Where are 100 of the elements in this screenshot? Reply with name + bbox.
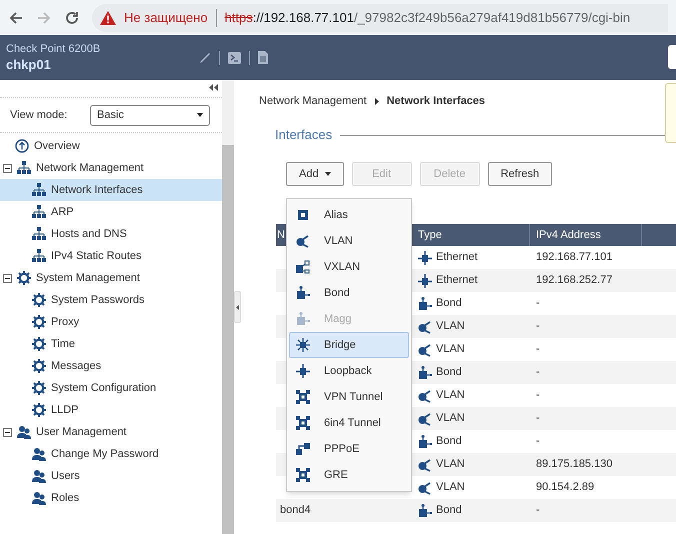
- tree-item[interactable]: IPv4 Static Routes: [0, 245, 222, 267]
- toolbar-button[interactable]: Add: [286, 162, 344, 186]
- table-cell-text: VLAN: [436, 319, 465, 334]
- pppoe-icon: [296, 442, 310, 456]
- url-text: https://192.168.77.101/_97982c3f249b56a279af419d81b56779/cgi-bin: [224, 8, 630, 27]
- menu-item[interactable]: 6in4 Tunnel: [289, 410, 409, 436]
- bond-icon: [418, 296, 432, 310]
- tree-item[interactable]: Overview: [0, 135, 222, 157]
- table-cell: -: [536, 366, 540, 378]
- tree-item[interactable]: Messages: [0, 355, 222, 377]
- table-cell: -: [536, 343, 540, 356]
- table-cell-text: Bond: [436, 296, 462, 312]
- ethernet-icon: [296, 364, 310, 378]
- tree-item[interactable]: Roles: [0, 487, 222, 509]
- table-cell: 192.168.77.101: [536, 251, 612, 264]
- network-icon: [32, 205, 46, 219]
- table-cell-text: Bond: [436, 503, 462, 518]
- bond-icon: [418, 504, 432, 518]
- menu-item[interactable]: Loopback: [289, 358, 409, 384]
- table-cell: bond4: [280, 504, 311, 516]
- network-icon: [32, 249, 46, 263]
- warning-icon: [100, 10, 116, 24]
- tree-item[interactable]: Hosts and DNS: [0, 223, 222, 245]
- collapse-icon[interactable]: [208, 84, 218, 91]
- breadcrumb-current: Network Interfaces: [386, 94, 486, 109]
- menu-item[interactable]: VLAN: [289, 228, 409, 254]
- share-icon: [418, 412, 432, 426]
- tree-item[interactable]: User Management: [0, 421, 222, 443]
- share-icon: [418, 320, 432, 334]
- tree-item[interactable]: System Management: [0, 267, 222, 289]
- view-mode-select[interactable]: Basic: [90, 104, 210, 126]
- menu-item[interactable]: Alias: [289, 202, 409, 228]
- table-cell: -: [536, 412, 540, 424]
- menu-item[interactable]: VPN Tunnel: [289, 384, 409, 410]
- tree-item[interactable]: Network Management: [0, 157, 222, 179]
- table-cell: -: [536, 297, 540, 310]
- square-icon: [296, 208, 310, 222]
- tree-item[interactable]: Change My Password: [0, 443, 222, 465]
- tunnel-icon: [296, 390, 310, 404]
- tree-item[interactable]: Time: [0, 333, 222, 355]
- table-cell-text: Bond: [436, 434, 462, 450]
- tree-item[interactable]: ARP: [0, 201, 222, 223]
- tree-item[interactable]: LLDP: [0, 399, 222, 421]
- share-icon: [418, 480, 432, 494]
- collapse-toggle-icon[interactable]: [3, 274, 12, 282]
- menu-item[interactable]: Bond: [289, 280, 409, 306]
- menu-item[interactable]: VXLAN: [289, 254, 409, 280]
- table-cell: 192.168.252.77: [536, 274, 612, 286]
- table-cell-text: VLAN: [436, 457, 465, 472]
- table-cell: -: [536, 504, 540, 516]
- table-cell-text: VLAN: [436, 388, 465, 404]
- tree-item[interactable]: Users: [0, 465, 222, 487]
- share-icon: [418, 458, 432, 472]
- scrollbar[interactable]: [222, 80, 234, 534]
- collapse-toggle-icon[interactable]: [3, 428, 12, 436]
- network-icon: [17, 161, 31, 175]
- table-cell: -: [536, 389, 540, 402]
- product-name: Check Point 6200B: [6, 42, 102, 56]
- network-icon: [32, 227, 46, 241]
- gear-icon: [32, 315, 46, 329]
- tree-item[interactable]: System Configuration: [0, 377, 222, 399]
- terminal-icon[interactable]: [228, 52, 241, 64]
- pencil-icon[interactable]: [199, 52, 211, 64]
- ethernet-icon: [418, 274, 432, 288]
- menu-item[interactable]: PPPoE: [289, 436, 409, 462]
- tree-item[interactable]: System Passwords: [0, 289, 222, 311]
- tree-item[interactable]: Network Interfaces: [0, 179, 222, 201]
- bond-icon: [418, 366, 432, 380]
- bridge-icon: [296, 338, 310, 352]
- ethernet-icon: [418, 250, 432, 264]
- overview-icon: [15, 139, 29, 153]
- table-cell: 90.154.2.89: [536, 481, 594, 494]
- gear-icon: [32, 293, 46, 307]
- reload-icon[interactable]: [64, 10, 80, 26]
- address-bar[interactable]: Не защищено https://192.168.77.101/_97982c3f249b56a279af419d81b56779/cgi-bin: [92, 4, 668, 32]
- gear-icon: [17, 271, 31, 285]
- table-cell-text: VLAN: [436, 342, 465, 358]
- tunnel-icon: [296, 416, 310, 430]
- hostname: chkp01: [6, 56, 52, 74]
- collapse-toggle-icon[interactable]: [3, 164, 12, 172]
- menu-item[interactable]: Bridge: [289, 332, 409, 358]
- menu-item[interactable]: GRE: [289, 462, 409, 488]
- table-cell-text: VLAN: [436, 411, 465, 426]
- toolbar-button[interactable]: Refresh: [488, 162, 552, 186]
- caret-icon: [197, 113, 203, 117]
- share-icon: [418, 388, 432, 402]
- share-icon: [418, 342, 432, 356]
- back-icon[interactable]: [8, 10, 24, 26]
- breadcrumb-link[interactable]: Network Management: [259, 92, 367, 110]
- chevron-icon: [374, 98, 379, 104]
- table-cell-text: Ethernet: [436, 273, 478, 288]
- table-cell: 89.175.185.130: [536, 458, 612, 470]
- users-icon: [32, 447, 46, 461]
- view-mode-label: View mode:: [10, 108, 68, 123]
- gear-icon: [32, 359, 46, 373]
- tunnel-icon: [296, 468, 310, 482]
- tree-item[interactable]: Proxy: [0, 311, 222, 333]
- table-cell: -: [536, 320, 540, 332]
- document-icon[interactable]: [258, 51, 268, 64]
- table-cell: -: [536, 435, 540, 448]
